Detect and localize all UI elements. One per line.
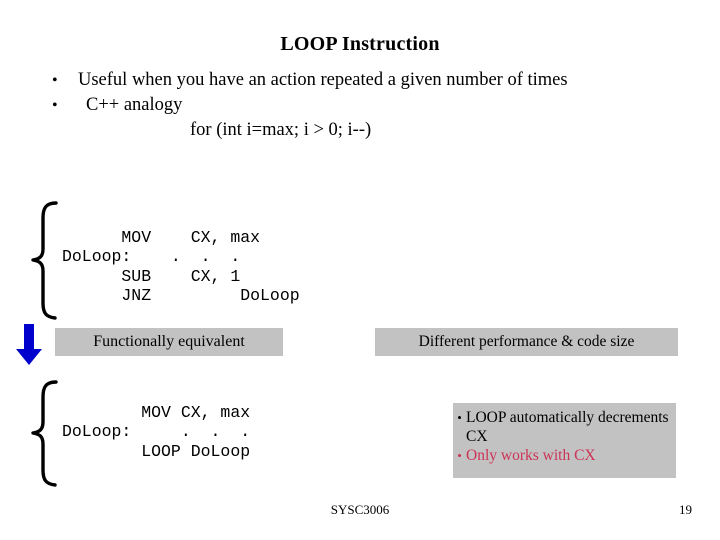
list-item: • C++ analogy [52, 93, 684, 118]
slide-canvas: LOOP Instruction • Useful when you have … [0, 0, 720, 540]
assembly-code-block-sub-jnz: MOV CX, max DoLoop: . . . SUB CX, 1 JNZ … [62, 227, 300, 306]
bullet-point-icon: • [457, 448, 462, 463]
page-title: LOOP Instruction [280, 33, 440, 55]
curly-brace-icon [26, 378, 60, 493]
list-item: • LOOP automatically decrements CX [453, 408, 676, 446]
bullet-point-icon: • [52, 97, 58, 114]
footer-course-code: SYSC3006 [330, 502, 390, 517]
list-item-label: Only works with CX [466, 447, 596, 464]
banner-functionally-equivalent: Functionally equivalent [55, 328, 283, 356]
list-item-label: LOOP automatically decrements CX [466, 409, 669, 445]
bullet-point-icon: • [457, 410, 462, 425]
curly-brace-icon [26, 199, 60, 326]
cpp-for-loop-example: for (int i=max; i > 0; i--) [190, 120, 372, 140]
list-item: • Only works with CX [453, 446, 676, 465]
loop-notes-callout: • LOOP automatically decrements CX • Onl… [453, 403, 676, 478]
assembly-code-block-loop: MOV CX, max DoLoop: . . . LOOP DoLoop [62, 402, 251, 461]
down-arrow-icon [14, 324, 44, 371]
bullet-list: • Useful when you have an action repeate… [52, 68, 684, 143]
banner-different-performance: Different performance & code size [375, 328, 678, 356]
list-item-label: Useful when you have an action repeated … [78, 70, 568, 90]
list-item-label: C++ analogy [86, 95, 183, 115]
footer-page-number: 19 [679, 502, 692, 517]
bullet-point-icon: • [52, 72, 58, 89]
list-item: • Useful when you have an action repeate… [52, 68, 684, 93]
